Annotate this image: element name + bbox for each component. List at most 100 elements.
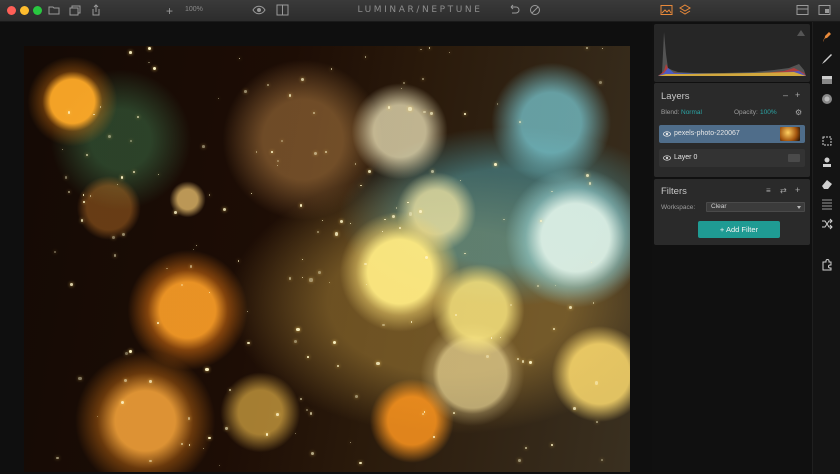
bokeh-sparkle <box>237 260 239 262</box>
layer-row-photo[interactable]: pexels-photo-220067 <box>659 125 805 143</box>
bokeh-sparkle <box>247 341 250 344</box>
bokeh-sparkle <box>382 323 385 326</box>
workspace-select[interactable]: Clear <box>706 202 805 212</box>
bokeh-sparkle <box>309 412 312 415</box>
add-filter-button[interactable]: + Add Filter <box>698 221 780 238</box>
bokeh-sparkle <box>89 195 92 197</box>
bokeh-sparkle <box>423 411 426 413</box>
bokeh-sparkle <box>208 436 211 440</box>
bokeh-sparkle <box>108 135 112 139</box>
remove-layer-icon[interactable]: – <box>783 91 788 100</box>
bokeh-sparkle <box>125 351 129 356</box>
bokeh-sparkle <box>67 110 71 114</box>
visibility-eye-icon[interactable] <box>663 154 671 162</box>
bokeh-sparkle <box>181 442 184 445</box>
visibility-eye-icon[interactable] <box>663 130 671 138</box>
bokeh-sparkle <box>529 361 532 364</box>
bokeh-sparkle <box>400 87 403 89</box>
bokeh-sparkle <box>111 236 115 240</box>
bokeh-sparkle <box>85 153 89 157</box>
workspace-value: Clear <box>711 203 727 210</box>
bokeh-sparkle <box>585 173 589 177</box>
bokeh-sparkle <box>516 358 519 361</box>
bokeh-sparkle <box>424 255 428 259</box>
bokeh-sparkle <box>310 452 314 456</box>
image-icon[interactable] <box>660 4 673 16</box>
bokeh-sparkle <box>486 355 490 359</box>
blend-mode-select[interactable]: Normal <box>681 109 702 116</box>
bokeh-sparkle <box>113 254 117 257</box>
layers-icon[interactable] <box>679 4 691 16</box>
bokeh-sparkle <box>247 310 249 312</box>
eraser-icon[interactable] <box>820 177 834 191</box>
bokeh-sparkle <box>208 194 211 196</box>
bokeh-sparkle <box>321 220 323 222</box>
bokeh-sparkle <box>422 413 424 415</box>
bokeh-sparkle <box>317 270 321 274</box>
chevron-down-icon <box>797 206 801 209</box>
bokeh-photo[interactable] <box>24 46 630 472</box>
reset-icon[interactable] <box>529 4 541 16</box>
undo-icon[interactable] <box>507 4 520 16</box>
bokeh-sparkle <box>208 291 211 294</box>
bokeh-sparkle <box>187 417 190 420</box>
bokeh-sparkle <box>536 285 539 287</box>
fullscreen-icon[interactable] <box>818 4 831 16</box>
bokeh-sparkle <box>494 163 497 166</box>
clipping-warning-icon[interactable] <box>797 30 805 36</box>
canvas-area[interactable] <box>0 22 652 474</box>
bokeh-sparkle <box>129 350 132 353</box>
bokeh-sparkle <box>54 250 57 253</box>
bokeh-sparkle <box>276 159 280 163</box>
bokeh-sparkle <box>496 103 499 105</box>
filters-title: Filters <box>661 186 687 197</box>
bokeh-sparkle <box>601 459 603 461</box>
bokeh-sparkle <box>180 283 184 287</box>
right-panel: Layers – + Blend: Normal Opacity: 100% ⚙… <box>652 22 812 474</box>
bokeh-sparkle <box>539 219 542 222</box>
bokeh-sparkle <box>336 364 340 368</box>
bokeh-sparkle <box>195 245 198 247</box>
bokeh-sparkle <box>149 380 152 383</box>
filter-sync-icon[interactable]: ⇄ <box>780 186 787 195</box>
bokeh-sparkle <box>294 340 298 344</box>
clone-stamp-icon[interactable] <box>820 156 834 170</box>
bokeh-sparkle <box>551 190 554 193</box>
random-icon[interactable] <box>820 217 834 231</box>
bokeh-sparkle <box>137 116 139 118</box>
bokeh-sparkle <box>382 231 384 233</box>
crop-icon[interactable] <box>820 134 834 148</box>
layer-row-base[interactable]: Layer 0 <box>659 149 805 167</box>
layer-settings-gear-icon[interactable]: ⚙ <box>795 108 802 117</box>
bokeh-sparkle <box>368 170 372 174</box>
bokeh-sparkle <box>349 223 352 225</box>
bokeh-sparkle <box>448 52 450 54</box>
bokeh-sparkle <box>78 376 82 381</box>
filter-list-icon[interactable]: ≡ <box>766 186 771 195</box>
add-filter-plus-icon[interactable]: + <box>795 186 800 195</box>
bokeh-sparkle <box>313 111 316 114</box>
presets-icon[interactable] <box>820 30 834 44</box>
bokeh-sparkle <box>97 416 99 418</box>
bokeh-sparkle <box>149 459 152 463</box>
radial-icon[interactable] <box>820 92 834 106</box>
bokeh-sparkle <box>302 258 304 260</box>
puzzle-icon[interactable] <box>820 258 834 272</box>
bokeh-sparkle <box>407 201 409 204</box>
bokeh-sparkle <box>364 262 368 266</box>
bokeh-sparkle <box>365 284 367 286</box>
bokeh-sparkle <box>120 400 124 404</box>
opacity-value[interactable]: 100% <box>760 109 777 116</box>
add-layer-icon[interactable]: + <box>795 91 800 100</box>
bokeh-sparkle <box>117 183 119 186</box>
gradient-icon[interactable] <box>820 73 834 87</box>
layer-name: pexels-photo-220067 <box>674 130 740 137</box>
bokeh-sparkle <box>455 314 458 317</box>
bokeh-sparkle <box>499 336 501 339</box>
bokeh-sparkle <box>218 97 220 100</box>
panels-icon[interactable] <box>796 4 809 16</box>
bokeh-sparkle <box>305 408 309 411</box>
brush-icon[interactable] <box>820 52 834 66</box>
bokeh-sparkle <box>228 389 232 392</box>
transform-icon[interactable] <box>820 197 834 211</box>
